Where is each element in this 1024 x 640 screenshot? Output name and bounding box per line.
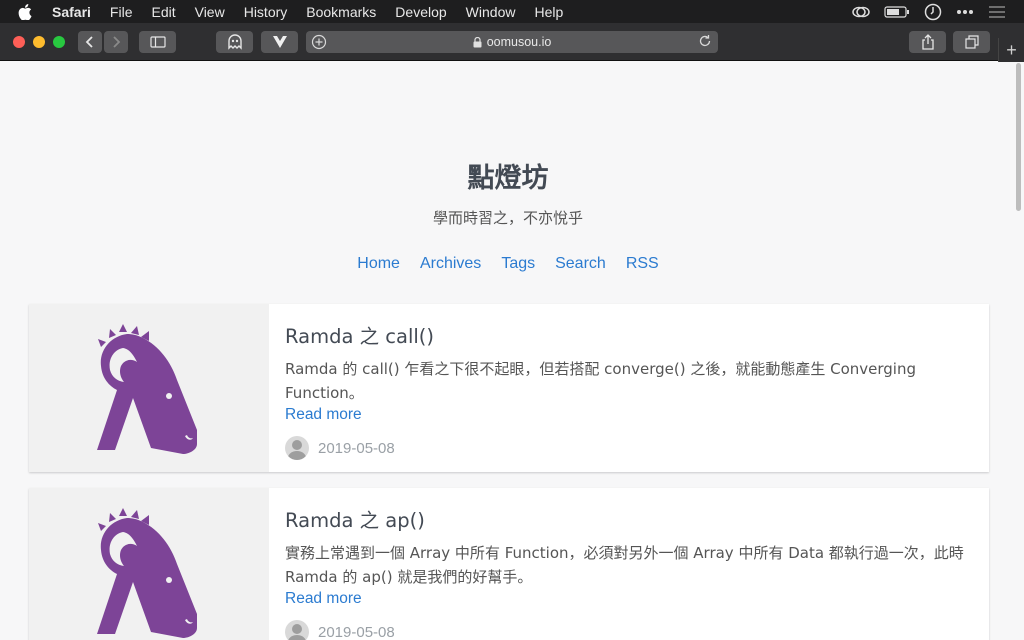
share-button[interactable] — [909, 31, 946, 53]
post-date: 2019-05-08 — [318, 623, 395, 640]
read-more-link[interactable]: Read more — [285, 590, 362, 608]
browser-toolbar: oomusou.io — [0, 23, 1024, 61]
post-thumbnail[interactable] — [29, 488, 269, 640]
add-bookmark-icon[interactable] — [311, 34, 327, 53]
read-more-link[interactable]: Read more — [285, 406, 362, 424]
post-meta: 2019-05-08 — [285, 436, 395, 460]
ghostery-icon — [227, 34, 242, 50]
nav-home[interactable]: Home — [357, 255, 400, 273]
vue-devtools-button[interactable] — [261, 31, 298, 53]
menu-history[interactable]: History — [244, 4, 288, 20]
post-thumbnail[interactable] — [29, 304, 269, 472]
status-area — [852, 0, 1006, 23]
avatar — [285, 436, 309, 460]
menu-app-name[interactable]: Safari — [52, 4, 91, 20]
post-excerpt: 實務上常遇到一個 Array 中所有 Function，必須對另外一個 Arra… — [285, 544, 964, 586]
wifi-icon[interactable] — [852, 5, 870, 19]
ramda-logo-icon — [97, 508, 197, 638]
clock-icon[interactable] — [924, 3, 942, 21]
url-text: oomusou.io — [486, 35, 552, 49]
tabs-icon — [964, 35, 979, 49]
nav-archives[interactable]: Archives — [420, 255, 481, 273]
menu-develop[interactable]: Develop — [395, 4, 446, 20]
close-window-button[interactable] — [13, 36, 25, 48]
site-title[interactable]: 點燈坊 — [0, 156, 1016, 195]
ghostery-extension-button[interactable] — [216, 31, 253, 53]
menu-bar: Safari File Edit View History Bookmarks … — [0, 0, 1024, 23]
ramda-logo-icon — [97, 324, 197, 454]
menu-window[interactable]: Window — [466, 4, 516, 20]
menu-view[interactable]: View — [195, 4, 225, 20]
web-page: 點燈坊 學而時習之，不亦悅乎 Home Archives Tags Search… — [0, 62, 1024, 640]
more-icon[interactable] — [956, 9, 974, 15]
nav-search[interactable]: Search — [555, 255, 606, 273]
vue-devtools-icon — [272, 36, 287, 48]
apple-icon[interactable] — [18, 3, 38, 20]
page-scrollbar[interactable] — [1016, 63, 1021, 211]
post-date: 2019-05-08 — [318, 439, 395, 457]
avatar — [285, 620, 309, 640]
share-icon — [921, 34, 934, 50]
post-meta: 2019-05-08 — [285, 620, 395, 640]
reload-icon[interactable] — [698, 34, 712, 51]
post-title[interactable]: Ramda 之 ap() — [285, 504, 425, 533]
new-tab-button[interactable]: + — [998, 38, 1024, 62]
maximize-window-button[interactable] — [53, 36, 65, 48]
list-icon[interactable] — [988, 5, 1006, 19]
minimize-window-button[interactable] — [33, 36, 45, 48]
lock-icon — [473, 36, 482, 48]
post-excerpt: Ramda 的 call() 乍看之下很不起眼，但若搭配 converge() … — [285, 360, 916, 402]
show-tabs-button[interactable] — [953, 31, 990, 53]
menu-help[interactable]: Help — [534, 4, 563, 20]
sidebar-icon — [149, 36, 166, 48]
back-icon — [85, 36, 93, 48]
forward-icon — [113, 36, 121, 48]
address-bar[interactable]: oomusou.io — [306, 31, 718, 53]
menu-file[interactable]: File — [110, 4, 133, 20]
site-subtitle: 學而時習之，不亦悅乎 — [432, 209, 583, 227]
menu-edit[interactable]: Edit — [151, 4, 175, 20]
forward-button[interactable] — [104, 31, 128, 53]
sidebar-button[interactable] — [139, 31, 176, 53]
back-button[interactable] — [78, 31, 102, 53]
site-nav: Home Archives Tags Search RSS — [0, 255, 1016, 273]
menu-bookmarks[interactable]: Bookmarks — [306, 4, 376, 20]
battery-icon[interactable] — [884, 5, 910, 18]
nav-tags[interactable]: Tags — [501, 255, 535, 273]
nav-rss[interactable]: RSS — [626, 255, 659, 273]
post-title[interactable]: Ramda 之 call() — [285, 320, 434, 349]
post-card: Ramda 之 ap() 實務上常遇到一個 Array 中所有 Function… — [29, 488, 989, 640]
post-card: Ramda 之 call() Ramda 的 call() 乍看之下很不起眼，但… — [29, 304, 989, 472]
